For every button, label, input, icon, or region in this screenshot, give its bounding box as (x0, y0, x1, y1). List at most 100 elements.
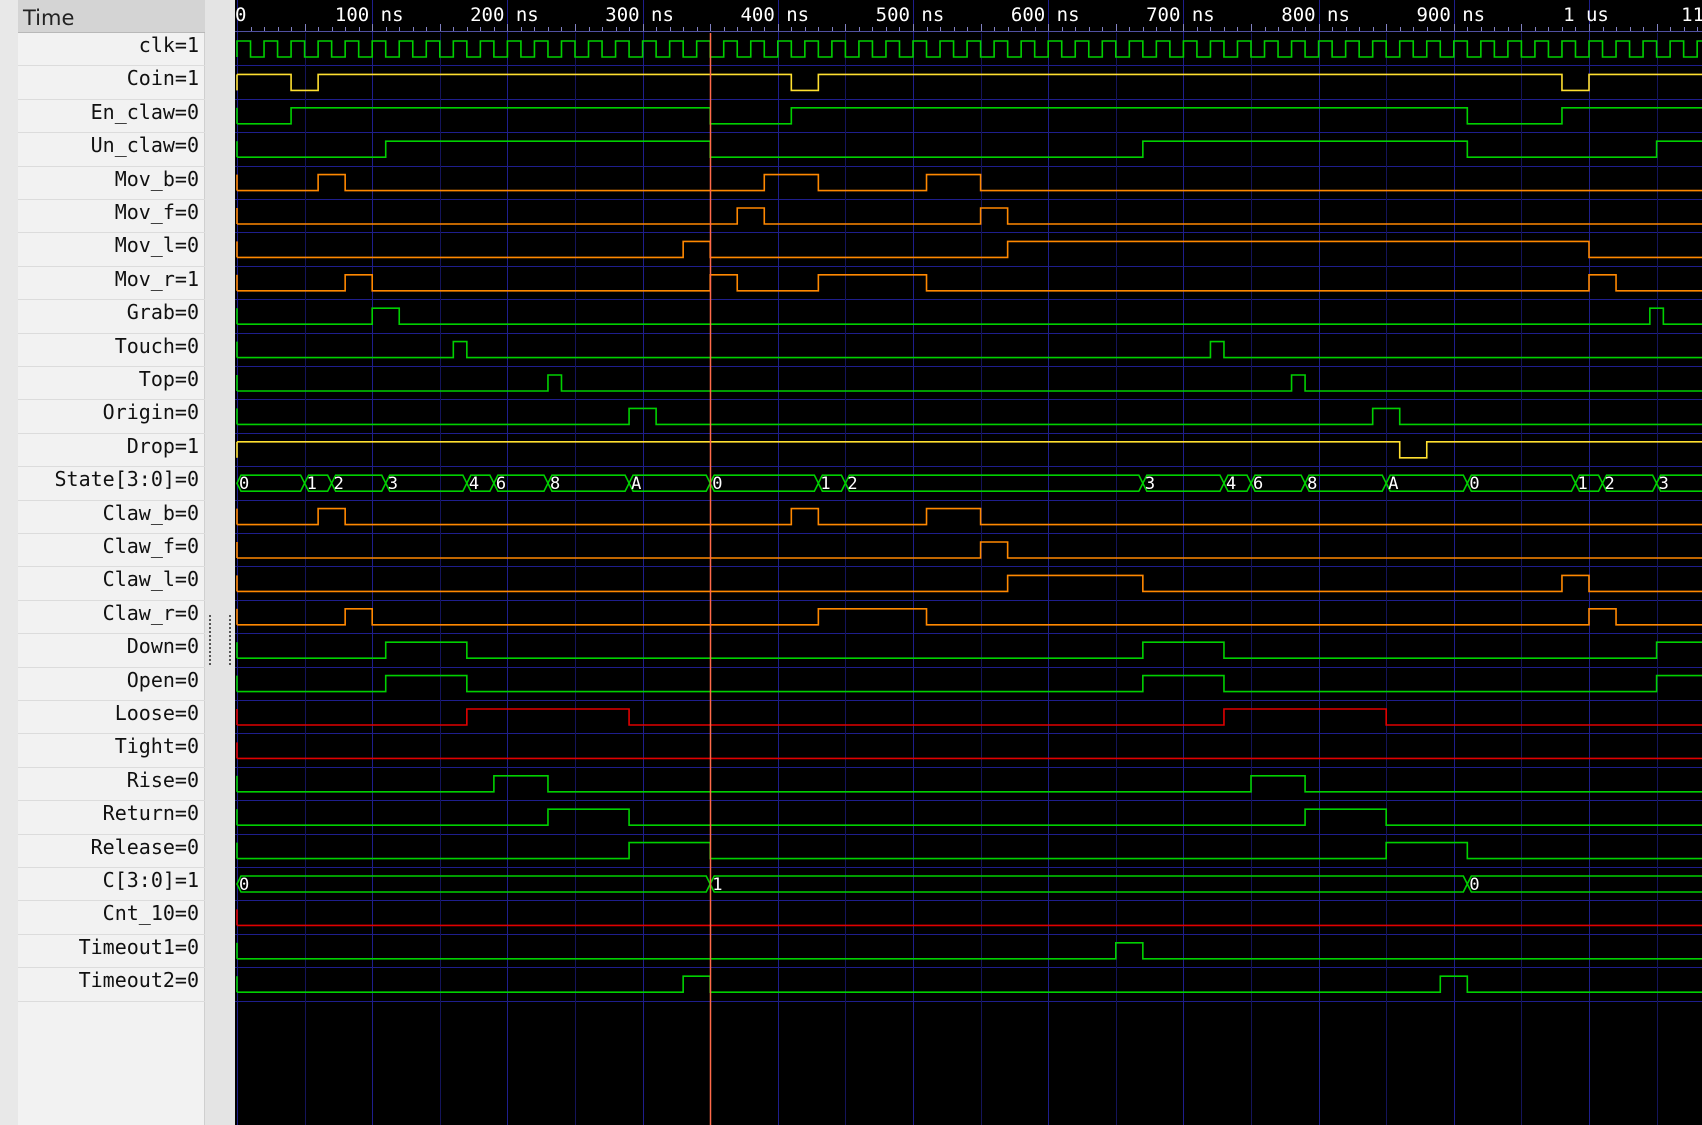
signal-name-rise[interactable]: Rise=0 (127, 768, 199, 801)
time-tick-label: 400 ns (740, 4, 809, 26)
signal-name-coin[interactable]: Coin=1 (127, 66, 199, 99)
bus-value-label: 4 (469, 474, 479, 494)
row-divider (18, 599, 205, 601)
signal-name-timeout1[interactable]: Timeout1=0 (79, 935, 199, 968)
signal-name-release[interactable]: Release=0 (91, 835, 199, 868)
time-tick-label: 700 ns (1146, 4, 1215, 26)
bus-value-label: 0 (1469, 875, 1479, 895)
signal-value: =0 (174, 333, 199, 358)
row-divider (18, 65, 205, 67)
signal-value: =0 (174, 834, 199, 859)
signal-name-clawb[interactable]: Claw_b=0 (103, 501, 199, 534)
bus-value-label: 6 (496, 474, 506, 494)
signal-value: =0 (174, 99, 199, 124)
signal-name-grab[interactable]: Grab=0 (127, 300, 199, 333)
row-divider (18, 800, 205, 802)
signal-name-clawl[interactable]: Claw_l=0 (103, 567, 199, 600)
row-divider (18, 199, 205, 200)
bus-value-label: 2 (1605, 474, 1615, 494)
signal-name-return[interactable]: Return=0 (103, 801, 199, 834)
splitter-grip-icon[interactable] (209, 615, 211, 665)
row-divider (18, 265, 205, 267)
bus-value-label: 1 (712, 875, 722, 895)
time-tick-label: 500 ns (876, 4, 945, 26)
signal-name-loose[interactable]: Loose=0 (115, 701, 199, 734)
signal-value: =0 (174, 734, 199, 759)
signal-name-origin[interactable]: Origin=0 (103, 400, 199, 433)
row-divider (18, 232, 205, 234)
bus-value-label: A (631, 474, 641, 494)
signal-name-top[interactable]: Top=0 (139, 367, 199, 400)
signal-value: =0 (174, 968, 199, 993)
signal-value: =0 (174, 934, 199, 959)
row-divider (18, 933, 205, 935)
waveform-background (235, 0, 1702, 1125)
bus-value-label: 0 (239, 875, 249, 895)
bus-value-label: 1 (820, 474, 830, 494)
signal-name-movl[interactable]: Mov_l=0 (115, 233, 199, 266)
signal-value: =1 (174, 868, 199, 892)
signal-name-touch[interactable]: Touch=0 (115, 334, 199, 367)
signal-name-drop[interactable]: Drop=1 (127, 434, 199, 467)
signal-name-movf[interactable]: Mov_f=0 (115, 200, 199, 233)
signal-name-clawf[interactable]: Claw_f=0 (103, 534, 199, 567)
row-divider (18, 533, 205, 534)
splitter-grip-icon[interactable] (229, 615, 231, 665)
signal-name-open[interactable]: Open=0 (127, 668, 199, 701)
row-divider (18, 332, 205, 334)
row-divider (18, 733, 205, 735)
signal-value: =0 (174, 667, 199, 692)
signal-name-movr[interactable]: Mov_r=1 (115, 267, 199, 300)
signal-value: =0 (174, 300, 199, 325)
row-divider (18, 165, 205, 167)
time-tick-label: 1100 ns (1681, 4, 1702, 26)
bus-value-label: 8 (1307, 474, 1317, 494)
signal-value: =1 (174, 433, 199, 458)
signal-name-cnt10[interactable]: Cnt_10=0 (103, 901, 199, 934)
signal-value: =0 (174, 801, 199, 826)
row-divider (18, 633, 205, 635)
signal-name-c30[interactable]: C[3:0]=1 (103, 868, 199, 901)
row-divider (18, 366, 205, 367)
left-gutter (0, 0, 18, 1125)
signal-name-down[interactable]: Down=0 (127, 634, 199, 667)
time-tick-label: 100 ns (335, 4, 404, 26)
time-tick-label: 900 ns (1416, 4, 1485, 26)
bus-value-label: 2 (334, 474, 344, 494)
signal-value: =1 (174, 66, 199, 91)
signal-value: =0 (174, 901, 199, 926)
signal-value: =0 (174, 500, 199, 525)
signal-name-clawr[interactable]: Claw_r=0 (103, 601, 199, 634)
signal-name-state30[interactable]: State[3:0]=0 (54, 467, 199, 500)
time-tick-label: 0 (235, 4, 246, 26)
row-divider (18, 1000, 205, 1002)
row-divider (18, 700, 205, 701)
signal-value: =0 (174, 133, 199, 158)
signal-name-unclaw[interactable]: Un_claw=0 (91, 133, 199, 166)
signal-name-timeout2[interactable]: Timeout2=0 (79, 968, 199, 1001)
signal-value: =0 (174, 367, 199, 391)
row-divider (18, 432, 205, 434)
bus-value-label: 1 (1577, 474, 1587, 494)
row-divider (18, 967, 205, 969)
time-column-header: Time (18, 0, 205, 33)
row-divider (18, 833, 205, 835)
waveform-view[interactable]: 0 100 ns 200 ns 300 ns 400 ns 500 ns 600 ns 700… (235, 0, 1702, 1125)
signal-names-panel: clk=1 Coin=1 En_claw=0 Un_claw=0 Mov_b=0 Mov_… (18, 0, 205, 1125)
row-divider (18, 566, 205, 568)
row-divider (18, 299, 205, 301)
row-divider (18, 466, 205, 468)
bus-value-label: 1 (307, 474, 317, 494)
signal-name-clk[interactable]: clk=1 (139, 33, 199, 66)
signal-name-tight[interactable]: Tight=0 (115, 734, 199, 767)
row-divider (18, 399, 205, 401)
signal-name-enclaw[interactable]: En_claw=0 (91, 100, 199, 133)
signal-value: =1 (174, 266, 199, 291)
row-divider (18, 766, 205, 768)
row-divider (18, 666, 205, 668)
pane-splitter[interactable] (205, 0, 235, 1125)
row-divider (18, 867, 205, 868)
signal-name-movb[interactable]: Mov_b=0 (115, 167, 199, 200)
time-tick-label: 300 ns (605, 4, 674, 26)
row-divider (18, 499, 205, 501)
